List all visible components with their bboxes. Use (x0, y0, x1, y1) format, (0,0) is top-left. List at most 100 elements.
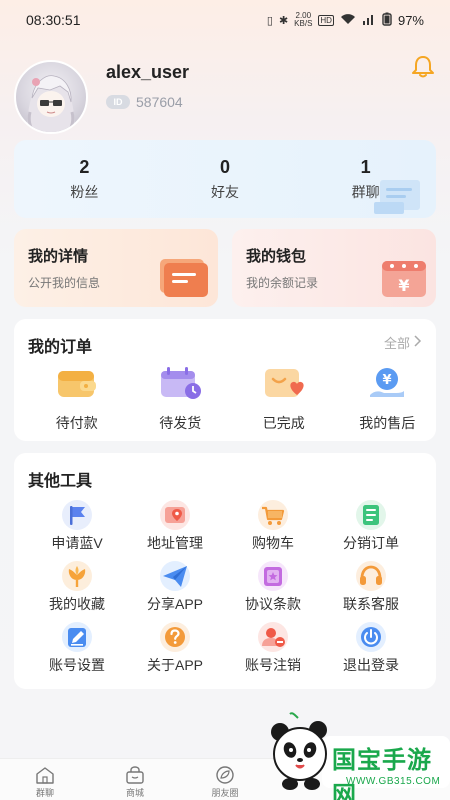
calendar-clock-icon (161, 367, 202, 399)
envelope-icon (156, 253, 212, 303)
tool-label: 协议条款 (245, 596, 301, 612)
tool-label: 我的收藏 (49, 596, 105, 612)
uid-value: 587604 (136, 94, 183, 110)
orders-card: 我的订单 全部 待付款 待发货 已完成 ¥ 我的售后 (14, 319, 436, 441)
profile-header: alex_user ID 587604 (14, 54, 436, 134)
nav-label: 群聊 (35, 788, 54, 798)
panda-logo-icon (271, 712, 327, 790)
headset-icon (356, 561, 386, 591)
notification-bell-icon[interactable] (410, 54, 436, 80)
tool-apply-blue-v[interactable]: 申请蓝V (28, 499, 126, 560)
tool-label: 购物车 (252, 535, 294, 551)
tool-label: 账号设置 (49, 657, 105, 673)
username: alex_user (106, 62, 190, 82)
tool-delete-account[interactable]: 账号注销 (224, 621, 322, 682)
feature-cards: 我的详情 公开我的信息 我的钱包 我的余额记录 ¥ (14, 229, 436, 307)
tool-label: 关于APP (146, 657, 203, 673)
tools-row: 账号设置 关于APP 账号注销 退出登录 (14, 621, 436, 682)
yen-hand-icon: ¥ (370, 368, 405, 397)
stat-friends[interactable]: 0 好友 (175, 156, 275, 202)
status-icons: ▯ ✱ 2.00 KB/S HD 97% (267, 12, 424, 29)
stat-label: 好友 (210, 184, 239, 200)
bag-icon (126, 766, 144, 784)
status-bar: 08:30:51 ▯ ✱ 2.00 KB/S HD 97% (0, 0, 450, 40)
my-wallet-card[interactable]: 我的钱包 我的余额记录 ¥ (232, 229, 436, 307)
edit-icon (62, 622, 92, 652)
flower-icon (62, 561, 92, 591)
paper-plane-icon (160, 561, 190, 591)
tool-label: 地址管理 (147, 535, 203, 551)
status-time: 08:30:51 (26, 12, 81, 28)
stats-card: 2 粉丝 0 好友 1 群聊 (14, 140, 436, 218)
tool-label: 账号注销 (245, 657, 301, 673)
tool-address-management[interactable]: 地址管理 (126, 499, 224, 560)
tool-share-app[interactable]: 分享APP (126, 560, 224, 621)
watermark-subtitle: WWW.GB315.COM (346, 776, 441, 787)
see-all-label: 全部 (383, 336, 410, 351)
orders-title: 我的订单 (28, 339, 93, 356)
nav-item-mall[interactable]: 商城 (90, 759, 180, 800)
heart-box-icon (264, 369, 304, 397)
yen-symbol: ¥ (383, 373, 392, 388)
stat-groups[interactable]: 1 群聊 (316, 156, 416, 202)
nav-label: 商城 (125, 788, 144, 798)
flag-icon (62, 500, 92, 530)
tool-label: 分享APP (146, 596, 203, 612)
tool-about-app[interactable]: 关于APP (126, 621, 224, 682)
tool-label: 联系客服 (343, 596, 399, 612)
book-icon (258, 561, 288, 591)
uid-row: ID 587604 (106, 94, 183, 110)
tool-contact-support[interactable]: 联系客服 (322, 560, 420, 621)
tool-label: 退出登录 (343, 657, 399, 673)
order-completed[interactable]: 已完成 (235, 365, 333, 433)
avatar[interactable] (14, 60, 88, 134)
leaf-icon (216, 766, 234, 784)
battery-level: 97% (397, 12, 424, 28)
home-icon (36, 767, 54, 784)
my-details-card[interactable]: 我的详情 公开我的信息 (14, 229, 218, 307)
bluetooth-icon: ✱ (278, 14, 289, 27)
tool-label: 分销订单 (343, 535, 399, 551)
order-pending-payment[interactable]: 待付款 (28, 365, 126, 433)
user-remove-icon (258, 622, 288, 652)
order-after-sales[interactable]: ¥ 我的售后 (339, 365, 437, 433)
nav-item-group-chat[interactable]: 群聊 (0, 759, 90, 800)
tools-row: 申请蓝V 地址管理 购物车 分销订单 (14, 499, 436, 560)
wallet-icon (57, 371, 96, 397)
signal-icon (362, 13, 376, 28)
tool-shopping-cart[interactable]: 购物车 (224, 499, 322, 560)
stat-value: 1 (360, 157, 371, 177)
nav-label: 朋友圈 (211, 788, 239, 798)
tool-logout[interactable]: 退出登录 (322, 621, 420, 682)
net-speed-unit: KB/S (294, 19, 313, 28)
cart-icon (258, 500, 288, 530)
map-pin-icon (160, 500, 190, 530)
see-all-orders-link[interactable]: 全部 (384, 333, 422, 352)
nav-item-moments[interactable]: 朋友圈 (180, 759, 270, 800)
order-label: 待付款 (55, 415, 98, 431)
question-icon (160, 622, 190, 652)
tool-account-settings[interactable]: 账号设置 (28, 621, 126, 682)
tool-my-favorites[interactable]: 我的收藏 (28, 560, 126, 621)
stat-value: 0 (219, 157, 230, 177)
stat-label: 粉丝 (70, 184, 99, 200)
tools-title: 其他工具 (28, 473, 93, 490)
stat-label: 群聊 (351, 184, 380, 200)
battery-icon (382, 12, 392, 29)
watermark: 国宝手游网 WWW.GB315.COM (268, 712, 450, 800)
tools-grid: 申请蓝V 地址管理 购物车 分销订单 我的收藏 分享APP 协议条款 联系客服 … (14, 499, 436, 682)
watermark-title: 国宝手游网 (332, 746, 432, 800)
stat-value: 2 (79, 157, 90, 177)
tools-row: 我的收藏 分享APP 协议条款 联系客服 (14, 560, 436, 621)
wallet-yen-symbol: ¥ (398, 276, 409, 295)
power-icon (356, 622, 386, 652)
order-label: 待发货 (159, 415, 202, 431)
order-pending-shipment[interactable]: 待发货 (132, 365, 230, 433)
tool-agreement-terms[interactable]: 协议条款 (224, 560, 322, 621)
tools-card: 其他工具 申请蓝V 地址管理 购物车 分销订单 我的收藏 分享APP 协议条款 … (14, 453, 436, 689)
stat-fans[interactable]: 2 粉丝 (34, 156, 134, 202)
tool-distribution-orders[interactable]: 分销订单 (322, 499, 420, 560)
hd-icon: HD (318, 14, 334, 26)
id-badge-icon: ID (106, 95, 130, 109)
vibrate-icon: ▯ (266, 14, 273, 27)
